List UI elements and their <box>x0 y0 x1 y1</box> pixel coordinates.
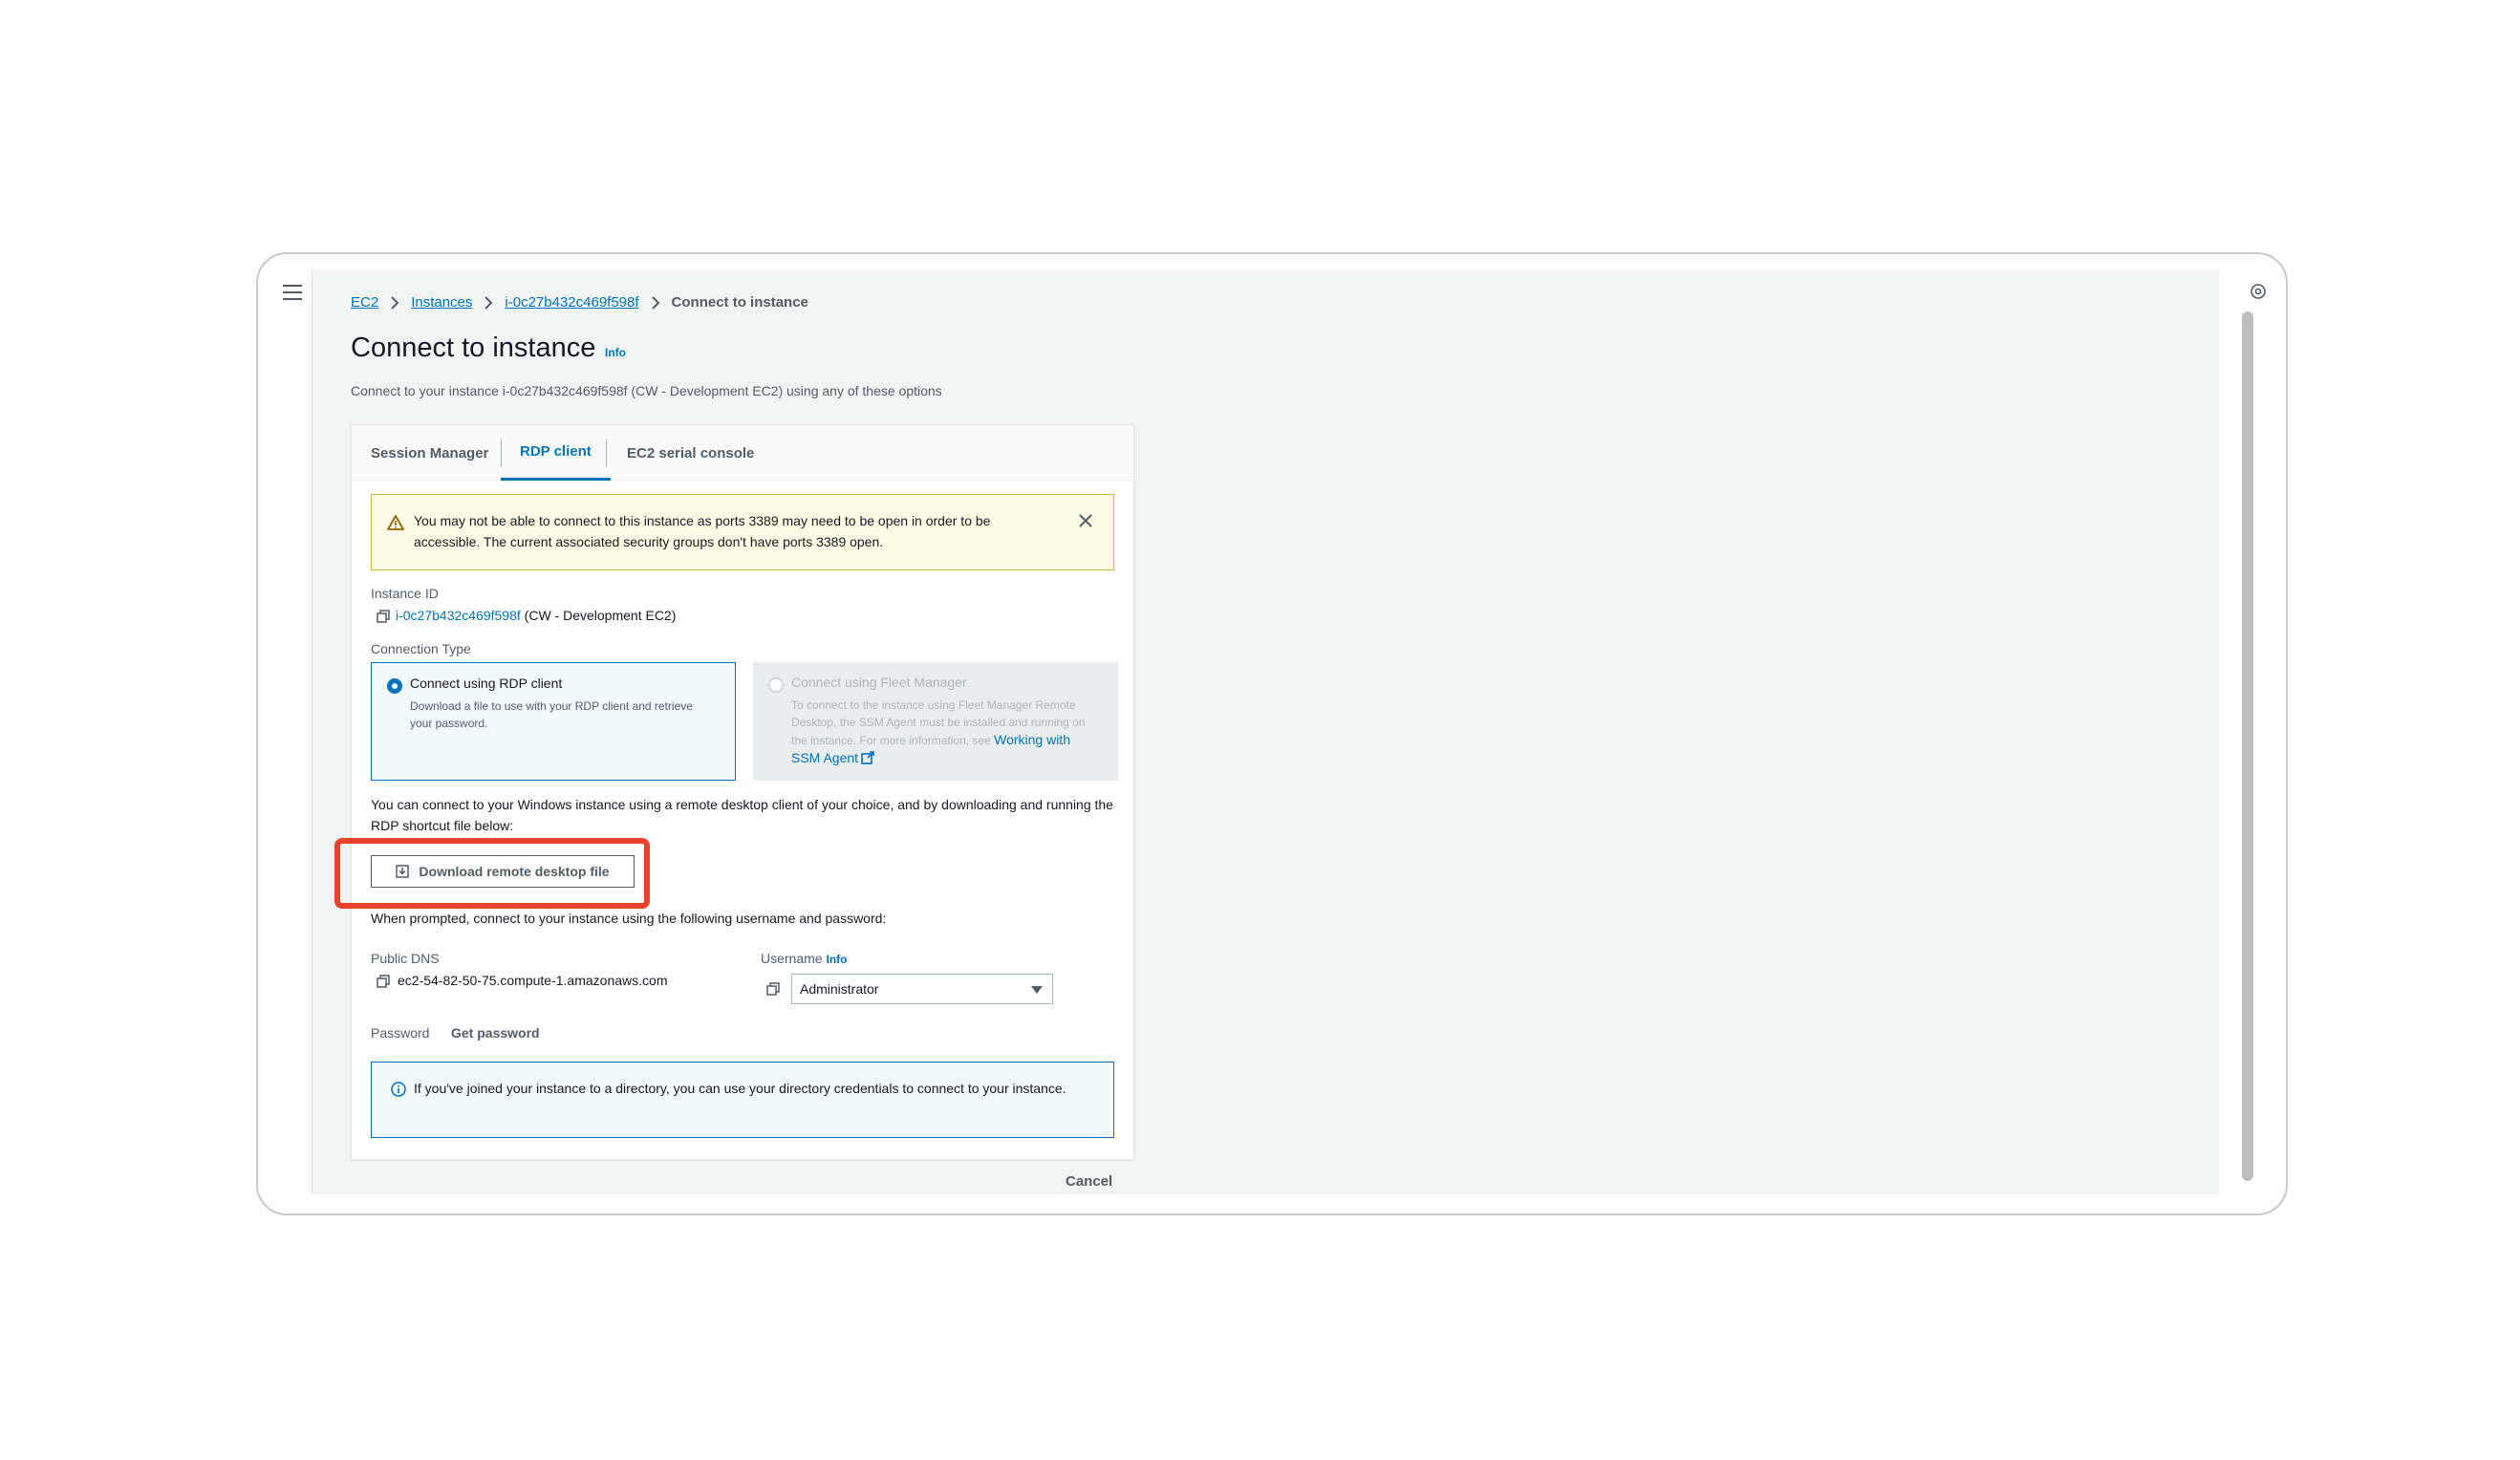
rdp-option-description: Download a file to use with your RDP cli… <box>410 699 693 730</box>
rdp-option-title: Connect using RDP client <box>410 676 563 691</box>
chevron-right-icon <box>485 295 493 310</box>
connection-type-label: Connection Type <box>371 641 471 656</box>
fleet-option-description: To connect to the instance using Fleet M… <box>791 697 1097 767</box>
breadcrumb-ec2[interactable]: EC2 <box>351 294 378 311</box>
get-password-button[interactable]: Get password <box>451 1025 540 1041</box>
public-dns-label: Public DNS <box>371 951 440 966</box>
breadcrumb-instances[interactable]: Instances <box>411 294 472 311</box>
username-label-text: Username <box>761 951 823 966</box>
credentials-prompt: When prompted, connect to your instance … <box>371 911 887 926</box>
title-info-link[interactable]: Info <box>605 346 626 359</box>
connect-rdp-option[interactable]: Connect using RDP client Download a file… <box>371 662 736 781</box>
app-window: EC2 Instances i-0c27b432c469f598f Connec… <box>256 252 2288 1215</box>
connect-fleet-manager-option: Connect using Fleet Manager To connect t… <box>753 662 1118 781</box>
external-link-icon[interactable] <box>861 751 875 764</box>
chevron-down-icon <box>1031 986 1043 994</box>
connect-panel: Session Manager RDP client EC2 serial co… <box>334 424 1134 1160</box>
username-info-link[interactable]: Info <box>826 953 847 966</box>
fleet-option-title: Connect using Fleet Manager <box>791 675 967 690</box>
page-title: Connect to instance <box>351 333 596 363</box>
port-warning-alert: You may not be able to connect to this i… <box>371 494 1114 570</box>
instance-id-link[interactable]: i-0c27b432c469f598f <box>396 608 521 623</box>
fleet-radio <box>768 677 784 693</box>
download-button-label: Download remote desktop file <box>419 864 610 879</box>
directory-info-message: If you've joined your instance to a dire… <box>414 1081 1066 1096</box>
tab-ec2-serial-console[interactable]: EC2 serial console <box>627 425 754 481</box>
instance-id-value: i-0c27b432c469f598f (CW - Development EC… <box>396 608 676 623</box>
tab-session-manager[interactable]: Session Manager <box>371 425 488 481</box>
warning-message: You may not be able to connect to this i… <box>414 513 991 549</box>
tab-divider <box>606 439 607 467</box>
download-rdp-file-button[interactable]: Download remote desktop file <box>371 855 635 888</box>
tab-bar: Session Manager RDP client EC2 serial co… <box>352 425 1133 481</box>
scrollbar[interactable] <box>2242 311 2253 1181</box>
warning-icon <box>387 515 404 530</box>
rdp-radio[interactable] <box>387 678 402 694</box>
tab-rdp-client[interactable]: RDP client <box>501 425 611 481</box>
settings-icon[interactable] <box>2250 283 2267 300</box>
info-icon <box>391 1082 406 1097</box>
directory-info-alert: If you've joined your instance to a dire… <box>371 1062 1114 1138</box>
download-icon <box>396 865 410 878</box>
chevron-right-icon <box>391 295 399 310</box>
username-select[interactable]: Administrator <box>791 974 1053 1004</box>
password-label: Password <box>371 1025 430 1041</box>
copy-icon[interactable] <box>377 610 390 623</box>
instance-name: (CW - Development EC2) <box>524 608 677 623</box>
username-label: Username Info <box>761 951 847 966</box>
console-content: EC2 Instances i-0c27b432c469f598f Connec… <box>312 269 2219 1194</box>
close-icon[interactable] <box>1077 512 1094 529</box>
cancel-button[interactable]: Cancel <box>1066 1173 1112 1190</box>
public-dns-value: ec2-54-82-50-75.compute-1.amazonaws.com <box>398 973 668 988</box>
copy-icon[interactable] <box>377 975 390 988</box>
breadcrumb-instance-id[interactable]: i-0c27b432c469f598f <box>505 294 638 311</box>
username-value: Administrator <box>800 981 879 997</box>
breadcrumb-current: Connect to instance <box>671 294 808 311</box>
rdp-instructions: You can connect to your Windows instance… <box>371 797 1113 833</box>
menu-icon[interactable] <box>283 285 302 300</box>
instance-id-label: Instance ID <box>371 586 439 601</box>
page-subtitle: Connect to your instance i-0c27b432c469f… <box>351 383 942 398</box>
chevron-right-icon <box>651 295 659 310</box>
breadcrumb: EC2 Instances i-0c27b432c469f598f Connec… <box>351 294 808 311</box>
copy-icon[interactable] <box>766 982 780 996</box>
